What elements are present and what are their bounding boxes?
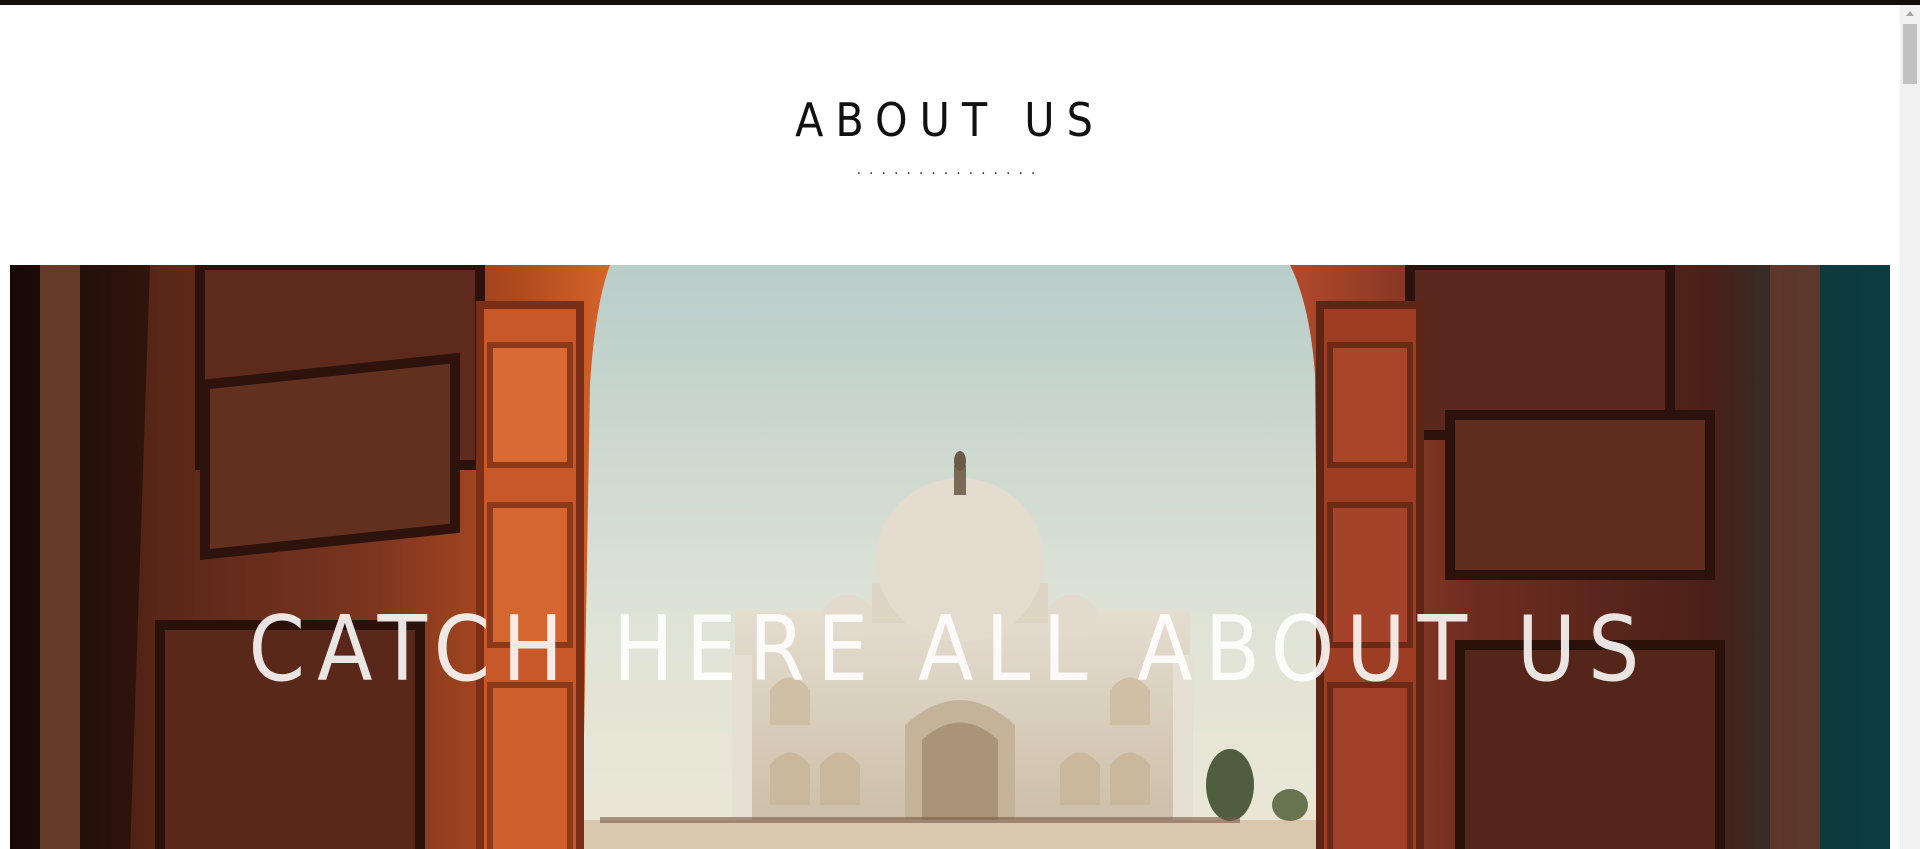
- scrollbar-thumb[interactable]: [1903, 24, 1917, 84]
- hero-banner: CATCH HERE ALL ABOUT US: [10, 265, 1890, 849]
- hero-headline: CATCH HERE ALL ABOUT US: [248, 597, 1652, 702]
- scroll-up-arrow-icon[interactable]: [1906, 11, 1914, 16]
- page-title: ABOUT US: [795, 93, 1105, 147]
- page-scrollbar[interactable]: [1900, 5, 1920, 849]
- section-header: ABOUT US ...............: [0, 5, 1900, 177]
- about-page: ABOUT US ............... CATCH HERE ALL …: [0, 5, 1900, 849]
- hero-image: [10, 265, 1890, 849]
- title-divider: ...............: [856, 162, 1044, 178]
